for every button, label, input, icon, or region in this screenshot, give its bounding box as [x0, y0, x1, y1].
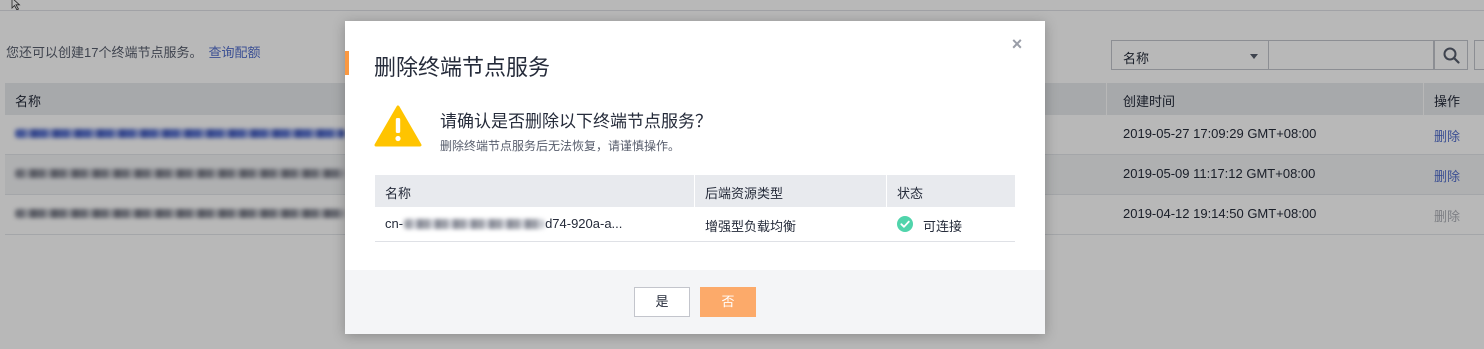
delete-confirm-dialog: 删除终端节点服务 × 请确认是否删除以下终端节点服务？ 删除终端节点服务后无法恢… [345, 21, 1045, 334]
redacted-name-segment [404, 219, 545, 229]
service-name-suffix: d74-920a-a... [545, 216, 623, 231]
status-value: 可连接 [923, 219, 963, 234]
column-header-name: 名称 [385, 186, 412, 201]
check-circle-icon [897, 216, 913, 232]
warning-icon [374, 105, 422, 147]
column-divider [694, 175, 695, 207]
confirm-warning-text: 删除终端节点服务后无法恢复，请谨慎操作。 [440, 139, 681, 153]
column-divider [886, 175, 887, 207]
confirm-yes-button[interactable]: 是 [634, 287, 690, 317]
confirm-question: 请确认是否删除以下终端节点服务？ [440, 112, 712, 131]
table-row: cn-d74-920a-a... 增强型负载均衡 可连接 [375, 207, 1015, 242]
service-name: cn-d74-920a-a... [385, 216, 622, 231]
dialog-table-header: 名称 后端资源类型 状态 [375, 175, 1015, 207]
service-name-prefix: cn- [385, 216, 404, 231]
backend-type-value: 增强型负载均衡 [705, 219, 797, 234]
column-header-status: 状态 [897, 186, 924, 201]
dialog-footer: 是 否 [345, 270, 1045, 334]
close-icon[interactable]: × [1008, 35, 1026, 53]
dialog-title: 删除终端节点服务 [374, 55, 551, 80]
title-accent-bar [345, 51, 349, 75]
confirm-no-button[interactable]: 否 [700, 287, 756, 317]
column-header-backend-type: 后端资源类型 [705, 186, 784, 201]
